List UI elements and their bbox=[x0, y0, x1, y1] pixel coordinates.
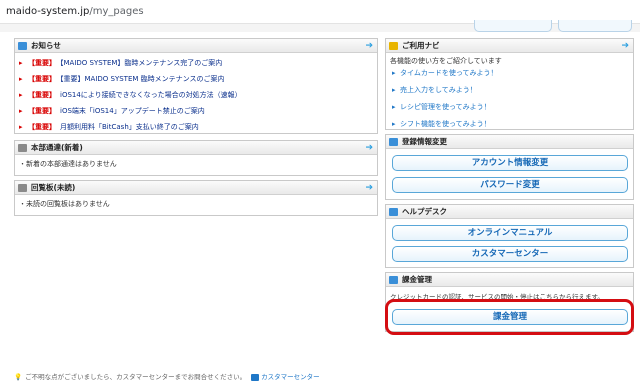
account-info-button[interactable]: アカウント情報変更 bbox=[392, 155, 628, 171]
guide-panel: ご利用ナビ ➔ 各機能の使い方をご紹介しています ▸ タイムカードを使ってみよう！… bbox=[385, 38, 634, 130]
important-tag: 【重要】 bbox=[28, 59, 56, 67]
url-path: /my_pages bbox=[89, 6, 144, 17]
guide-link[interactable]: タイムカードを使ってみよう！ bbox=[400, 69, 498, 77]
clipboard-icon bbox=[18, 184, 27, 192]
hq-notice-empty-text: 新着の本部通達はありません bbox=[26, 160, 117, 168]
bullet-icon: ▸ bbox=[392, 120, 396, 128]
guide-item[interactable]: ▸ シフト機能を使ってみよう！ bbox=[392, 116, 633, 133]
top-button-stub-2[interactable] bbox=[558, 20, 632, 32]
hq-notice-title: 本部通達(新着) bbox=[31, 143, 83, 152]
registration-panel: 登録情報変更 アカウント情報変更 パスワード変更 bbox=[385, 134, 634, 200]
circular-empty: ・未読の回覧板はありません bbox=[19, 200, 110, 208]
guide-item[interactable]: ▸ レシピ管理を使ってみよう！ bbox=[392, 99, 633, 116]
arrow-right-icon[interactable]: ➔ bbox=[621, 39, 629, 53]
bullet-icon: ▸ bbox=[19, 123, 23, 131]
notice-link[interactable]: iOS14により接続できなくなった場合の対処方法（速報） bbox=[60, 91, 242, 99]
circular-header: 回覧板(未読) ➔ bbox=[15, 181, 377, 195]
guide-title: ご利用ナビ bbox=[402, 41, 440, 50]
guide-header: ご利用ナビ ➔ bbox=[386, 39, 633, 53]
bullet-icon: ▸ bbox=[19, 59, 23, 67]
billing-header: 課金管理 bbox=[386, 273, 633, 287]
hq-notice-panel: 本部通達(新着) ➔ ・新着の本部通達はありません bbox=[14, 140, 378, 176]
notices-header: お知らせ ➔ bbox=[15, 39, 377, 53]
guide-link[interactable]: 売上入力をしてみよう！ bbox=[400, 86, 477, 94]
info-icon bbox=[18, 42, 27, 50]
customer-center-icon bbox=[251, 373, 260, 381]
url-text[interactable]: maido-system.jp/my_pages bbox=[6, 6, 144, 17]
notices-title: お知らせ bbox=[31, 41, 61, 50]
bullet-icon: ▸ bbox=[392, 86, 396, 94]
customer-center-button[interactable]: カスタマーセンター bbox=[392, 246, 628, 262]
bullet-icon: ▸ bbox=[19, 75, 23, 83]
notice-item[interactable]: ▸ 【重要】 月額利用料「BitCash」支払い終了のご案内 bbox=[19, 119, 377, 135]
notices-panel: お知らせ ➔ ▸ 【重要】 【MAIDO SYSTEM】臨時メンテナンス完了のご案内… bbox=[14, 38, 378, 134]
notice-item[interactable]: ▸ 【重要】 iOS端末「iOS14」アップデート禁止のご案内 bbox=[19, 103, 377, 119]
helpdesk-title: ヘルプデスク bbox=[402, 207, 447, 216]
hq-notice-header: 本部通達(新着) ➔ bbox=[15, 141, 377, 155]
circular-empty-text: 未読の回覧板はありません bbox=[26, 200, 110, 208]
arrow-right-icon[interactable]: ➔ bbox=[365, 181, 373, 195]
notice-item[interactable]: ▸ 【重要】 iOS14により接続できなくなった場合の対処方法（速報） bbox=[19, 87, 377, 103]
user-edit-icon bbox=[389, 138, 398, 146]
guide-item[interactable]: ▸ タイムカードを使ってみよう！ bbox=[392, 65, 633, 82]
online-manual-button[interactable]: オンラインマニュアル bbox=[392, 225, 628, 241]
hq-notice-empty: ・新着の本部通達はありません bbox=[19, 160, 117, 168]
footer-customer-center-link[interactable]: カスタマーセンター bbox=[261, 373, 320, 381]
guide-link[interactable]: レシピ管理を使ってみよう！ bbox=[400, 103, 491, 111]
notice-item[interactable]: ▸ 【重要】 【MAIDO SYSTEM】臨時メンテナンス完了のご案内 bbox=[19, 55, 377, 71]
top-button-stub-1[interactable] bbox=[474, 20, 552, 32]
help-icon bbox=[389, 208, 398, 216]
notice-link[interactable]: iOS端末「iOS14」アップデート禁止のご案内 bbox=[60, 107, 205, 115]
guide-intro: 各機能の使い方をご紹介しています bbox=[390, 57, 502, 65]
arrow-right-icon[interactable]: ➔ bbox=[365, 39, 373, 53]
bullet-icon: ▸ bbox=[19, 107, 23, 115]
registration-title: 登録情報変更 bbox=[402, 137, 447, 146]
url-host: maido-system.jp bbox=[6, 6, 90, 17]
important-tag: 【重要】 bbox=[28, 107, 56, 115]
important-tag: 【重要】 bbox=[28, 75, 56, 83]
circular-panel: 回覧板(未読) ➔ ・未読の回覧板はありません bbox=[14, 180, 378, 216]
guide-list: ▸ タイムカードを使ってみよう！ ▸ 売上入力をしてみよう！ ▸ レシピ管理を使ってみ… bbox=[386, 65, 633, 133]
billing-icon bbox=[389, 276, 398, 284]
bullet-icon: ▸ bbox=[19, 91, 23, 99]
notice-link[interactable]: 月額利用料「BitCash」支払い終了のご案内 bbox=[60, 123, 199, 131]
important-tag: 【重要】 bbox=[28, 91, 56, 99]
circular-title: 回覧板(未読) bbox=[31, 183, 76, 192]
guide-item[interactable]: ▸ 売上入力をしてみよう！ bbox=[392, 82, 633, 99]
document-icon bbox=[18, 144, 27, 152]
registration-header: 登録情報変更 bbox=[386, 135, 633, 149]
notice-link[interactable]: 【MAIDO SYSTEM】臨時メンテナンス完了のご案内 bbox=[60, 59, 222, 67]
helpdesk-panel: ヘルプデスク オンラインマニュアル カスタマーセンター bbox=[385, 204, 634, 268]
navigation-icon bbox=[389, 42, 398, 50]
billing-title: 課金管理 bbox=[402, 275, 432, 284]
important-tag: 【重要】 bbox=[28, 123, 56, 131]
bullet-icon: ▸ bbox=[392, 103, 396, 111]
helpdesk-header: ヘルプデスク bbox=[386, 205, 633, 219]
footer: 💡 ご不明な点がございましたら、カスタマーセンターまでお問合せください。 カスタマー… bbox=[14, 371, 320, 381]
guide-link[interactable]: シフト機能を使ってみよう！ bbox=[400, 120, 491, 128]
notice-item[interactable]: ▸ 【重要】 【重要】MAIDO SYSTEM 臨時メンテナンスのご案内 bbox=[19, 71, 377, 87]
notice-list: ▸ 【重要】 【MAIDO SYSTEM】臨時メンテナンス完了のご案内 ▸ 【重要】【… bbox=[15, 53, 377, 135]
highlight-annotation bbox=[385, 299, 634, 335]
arrow-right-icon[interactable]: ➔ bbox=[365, 141, 373, 155]
footer-text: ご不明な点がございましたら、カスタマーセンターまでお問合せください。 bbox=[25, 373, 247, 381]
notice-link[interactable]: 【重要】MAIDO SYSTEM 臨時メンテナンスのご案内 bbox=[60, 75, 225, 83]
password-change-button[interactable]: パスワード変更 bbox=[392, 177, 628, 193]
lightbulb-icon: 💡 bbox=[14, 373, 23, 381]
bullet-icon: ▸ bbox=[392, 69, 396, 77]
